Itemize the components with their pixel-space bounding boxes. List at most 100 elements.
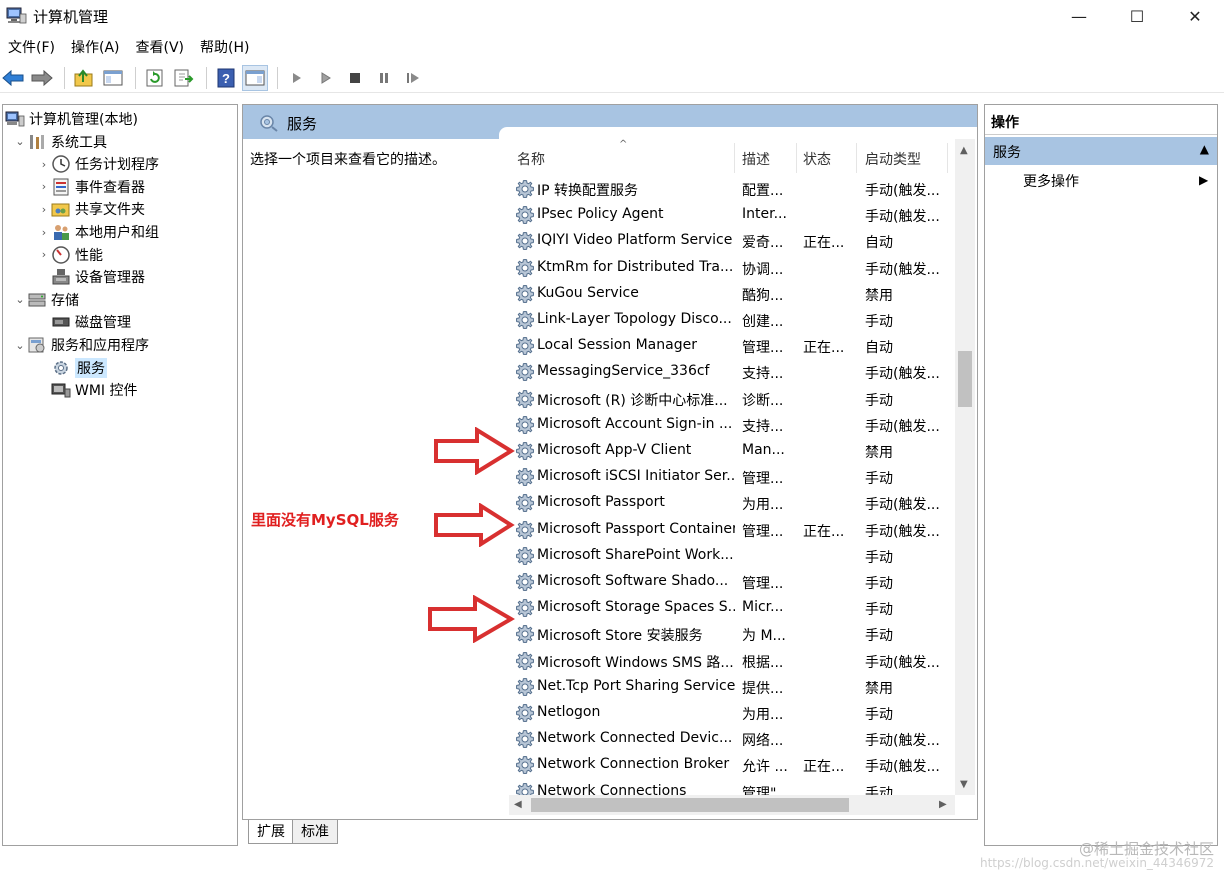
service-startup-type: 禁用 [865, 445, 893, 461]
scroll-up-arrow-icon[interactable]: ▲ [960, 145, 968, 156]
service-status: 正在... [803, 235, 845, 252]
expand-arrow-icon[interactable]: ⌄ [13, 135, 27, 148]
table-row[interactable]: Microsoft Software Shado... 管理... 手动 [509, 569, 949, 595]
restart-service-button[interactable] [400, 65, 426, 91]
tree-item-4[interactable]: › 共享文件夹 [37, 198, 145, 220]
service-gear-icon [515, 179, 535, 199]
table-row[interactable]: Microsoft Storage Spaces S... Micr... 手动 [509, 595, 949, 621]
column-header-name[interactable]: 名称 [517, 149, 545, 173]
table-row[interactable]: Microsoft App-V Client Man... 禁用 [509, 438, 949, 464]
tree-item-6[interactable]: › 性能 [37, 244, 103, 266]
shared-folder-icon [51, 200, 71, 218]
properties-view-button[interactable] [242, 64, 268, 91]
scroll-left-arrow-icon[interactable]: ◀ [514, 799, 522, 810]
service-gear-icon [515, 336, 535, 356]
export-list-button[interactable] [171, 65, 197, 91]
table-row[interactable]: IPsec Policy Agent Inter... 手动(触发... [509, 202, 949, 228]
table-row[interactable]: Link-Layer Topology Disco... 创建... 手动 [509, 307, 949, 333]
column-divider[interactable] [796, 143, 797, 173]
tree-item-7[interactable]: 设备管理器 [37, 266, 145, 288]
refresh-button[interactable] [142, 65, 168, 91]
tree-item-0[interactable]: 计算机管理(本地) [5, 108, 138, 130]
horizontal-scroll-thumb[interactable] [531, 798, 849, 812]
stop-service-button[interactable] [342, 65, 368, 91]
column-header-startup-type[interactable]: 启动类型 [865, 149, 921, 173]
tree-item-3[interactable]: › 事件查看器 [37, 176, 145, 198]
scroll-down-arrow-icon[interactable]: ▼ [960, 779, 968, 790]
vertical-scroll-thumb[interactable] [958, 351, 972, 407]
services-header-icon [257, 112, 279, 136]
column-divider[interactable] [947, 143, 948, 173]
menu-bar: 文件(F) 操作(A) 查看(V) 帮助(H) [0, 35, 1224, 61]
table-row[interactable]: IQIYI Video Platform Service 爱奇... 正在... 自动 [509, 228, 949, 254]
collapse-arrow-icon[interactable]: › [37, 158, 51, 171]
tree-item-9[interactable]: 磁盘管理 [37, 311, 131, 333]
tree-item-1[interactable]: ⌄ 系统工具 [13, 131, 107, 153]
scroll-right-arrow-icon[interactable]: ▶ [939, 799, 947, 810]
table-row[interactable]: Network Connected Devic... 网络... 手动(触发... [509, 726, 949, 752]
column-divider[interactable] [856, 143, 857, 173]
up-level-button[interactable] [71, 65, 97, 91]
menu-action[interactable]: 操作(A) [63, 35, 128, 61]
table-row[interactable]: Local Session Manager 管理... 正在... 自动 [509, 333, 949, 359]
back-button[interactable] [0, 65, 26, 91]
submenu-arrow-icon[interactable]: ▶ [1199, 173, 1208, 187]
expand-arrow-icon[interactable]: ⌄ [13, 293, 27, 306]
table-row[interactable]: KuGou Service 酷狗... 禁用 [509, 281, 949, 307]
expand-arrow-icon[interactable]: ⌄ [13, 339, 27, 352]
vertical-scrollbar[interactable]: ▲ ▼ [955, 139, 975, 795]
tab-extended[interactable]: 扩展 [248, 820, 294, 844]
horizontal-scrollbar[interactable]: ◀ ▶ [509, 795, 955, 815]
collapse-up-icon[interactable]: ▲ [1200, 142, 1209, 156]
collapse-arrow-icon[interactable]: › [37, 203, 51, 216]
table-row[interactable]: Microsoft iSCSI Initiator Ser... 管理... 手动 [509, 464, 949, 490]
tree-item-11[interactable]: 服务 [37, 357, 107, 379]
more-actions-item[interactable]: 更多操作 [1023, 171, 1079, 191]
help-button[interactable]: ? [213, 65, 239, 91]
table-row[interactable]: Microsoft Windows SMS 路... 根据... 手动(触发... [509, 648, 949, 674]
table-row[interactable]: Net.Tcp Port Sharing Service 提供... 禁用 [509, 674, 949, 700]
tree-item-8[interactable]: ⌄ 存储 [13, 289, 79, 311]
table-row[interactable]: Microsoft (R) 诊断中心标准... 诊断... 手动 [509, 386, 949, 412]
storage-icon [27, 291, 47, 309]
restart-icon [407, 72, 419, 83]
service-description: 网络... [742, 733, 784, 750]
forward-button[interactable] [29, 65, 55, 91]
table-row[interactable]: Microsoft Passport Container 管理... 正在... 手动… [509, 517, 949, 543]
start-service-alt-button[interactable] [313, 65, 339, 91]
menu-help[interactable]: 帮助(H) [192, 35, 257, 61]
actions-section-services[interactable]: 服务 ▲ [985, 137, 1217, 165]
table-row[interactable]: Netlogon 为用... 手动 [509, 700, 949, 726]
pause-service-button[interactable] [371, 65, 397, 91]
collapse-arrow-icon[interactable]: › [37, 180, 51, 193]
start-service-button[interactable] [284, 65, 310, 91]
column-header-description[interactable]: 描述 [742, 149, 770, 173]
service-name: Net.Tcp Port Sharing Service [537, 677, 735, 694]
tree-item-label: 任务计划程序 [75, 157, 159, 174]
table-row[interactable]: Microsoft SharePoint Work... 手动 [509, 543, 949, 569]
collapse-arrow-icon[interactable]: › [37, 226, 51, 239]
tree-item-10[interactable]: ⌄ 服务和应用程序 [13, 334, 149, 356]
service-status: 正在... [803, 523, 845, 540]
menu-view[interactable]: 查看(V) [128, 35, 193, 61]
column-header-status[interactable]: 状态 [803, 149, 831, 173]
column-divider[interactable] [734, 143, 735, 173]
tree-item-2[interactable]: › 任务计划程序 [37, 153, 159, 175]
maximize-button[interactable]: ☐ [1108, 0, 1166, 32]
show-hide-tree-button[interactable] [100, 65, 126, 91]
table-row[interactable]: IP 转换配置服务 配置... 手动(触发... [509, 176, 949, 202]
table-row[interactable]: MessagingService_336cf 支持... 手动(触发... [509, 359, 949, 385]
collapse-arrow-icon[interactable]: › [37, 248, 51, 261]
tab-standard[interactable]: 标准 [292, 820, 338, 844]
tree-item-12[interactable]: WMI 控件 [37, 379, 138, 401]
table-row[interactable]: Microsoft Store 安装服务 为 M... 手动 [509, 621, 949, 647]
table-row[interactable]: KtmRm for Distributed Tra... 协调... 手动(触发..… [509, 255, 949, 281]
minimize-button[interactable]: — [1050, 0, 1108, 32]
play-icon [293, 72, 301, 83]
table-row[interactable]: Microsoft Passport 为用... 手动(触发... [509, 490, 949, 516]
close-button[interactable]: ✕ [1166, 0, 1224, 32]
tree-item-5[interactable]: › 本地用户和组 [37, 221, 159, 243]
menu-file[interactable]: 文件(F) [0, 35, 63, 61]
table-row[interactable]: Microsoft Account Sign-in ... 支持... 手动(触发.… [509, 412, 949, 438]
table-row[interactable]: Network Connection Broker 允许 ... 正在... 手动(触… [509, 752, 949, 778]
